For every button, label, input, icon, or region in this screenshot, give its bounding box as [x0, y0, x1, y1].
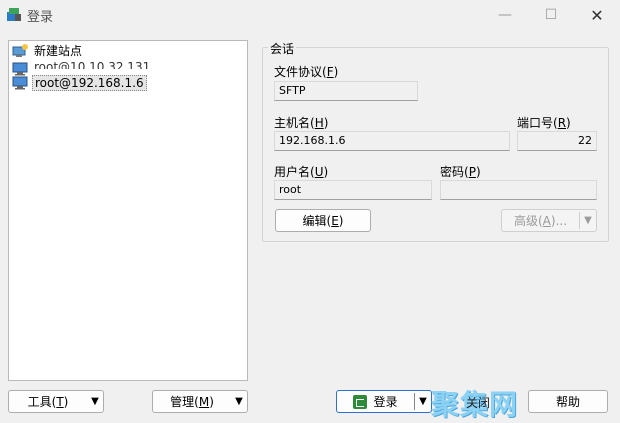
close-button[interactable]: 关闭: [466, 394, 490, 411]
tools-button[interactable]: 工具(T) ▼: [8, 390, 104, 413]
username-input[interactable]: root: [274, 180, 432, 200]
tools-button-main[interactable]: 工具(T): [9, 391, 87, 412]
tree-item-label: root@10.10.32.131: [34, 61, 151, 69]
help-button[interactable]: 帮助: [528, 390, 608, 413]
winscp-app-icon: [7, 8, 21, 21]
login-button[interactable]: 登录 ▼: [336, 390, 432, 413]
tree-item-site-selected[interactable]: root@192.168.1.6: [12, 74, 147, 91]
username-label: 用户名(U): [274, 165, 329, 179]
advanced-button-main[interactable]: 高级(A)...: [502, 210, 579, 231]
session-group-title: 会话: [268, 40, 297, 57]
chevron-down-icon[interactable]: ▼: [580, 210, 596, 231]
window-title: 登录: [27, 10, 54, 25]
maximize-button[interactable]: ☐: [528, 0, 574, 30]
chevron-down-icon[interactable]: ▼: [415, 391, 431, 412]
protocol-select[interactable]: SFTP: [274, 81, 418, 101]
port-label: 端口号(R): [517, 116, 571, 130]
protocol-label: 文件协议(F): [274, 65, 339, 79]
login-button-main[interactable]: 登录: [337, 391, 414, 412]
password-input[interactable]: [440, 180, 597, 200]
tree-item-label: 新建站点: [34, 44, 83, 58]
advanced-button[interactable]: 高级(A)... ▼: [501, 209, 597, 232]
new-site-icon: [12, 43, 28, 57]
chevron-down-icon[interactable]: ▼: [231, 391, 247, 412]
tree-item-label: root@192.168.1.6: [32, 74, 147, 91]
host-label: 主机名(H): [274, 116, 329, 130]
site-tree[interactable]: 新建站点 root@10.10.32.131 root@192.168.1.6: [8, 40, 248, 381]
minimize-button[interactable]: —: [482, 0, 528, 30]
edit-button[interactable]: 编辑(E): [275, 209, 371, 232]
chevron-down-icon[interactable]: ▼: [87, 391, 103, 412]
manage-button-main[interactable]: 管理(M): [153, 391, 231, 412]
computer-icon: [12, 76, 28, 89]
password-label: 密码(P): [440, 165, 481, 179]
host-input[interactable]: 192.168.1.6: [274, 131, 510, 151]
manage-button[interactable]: 管理(M) ▼: [152, 390, 248, 413]
login-icon: [353, 394, 368, 409]
close-window-button[interactable]: ✕: [574, 0, 620, 30]
tree-item-new-site[interactable]: 新建站点: [12, 42, 84, 59]
port-input[interactable]: 22: [517, 131, 597, 151]
